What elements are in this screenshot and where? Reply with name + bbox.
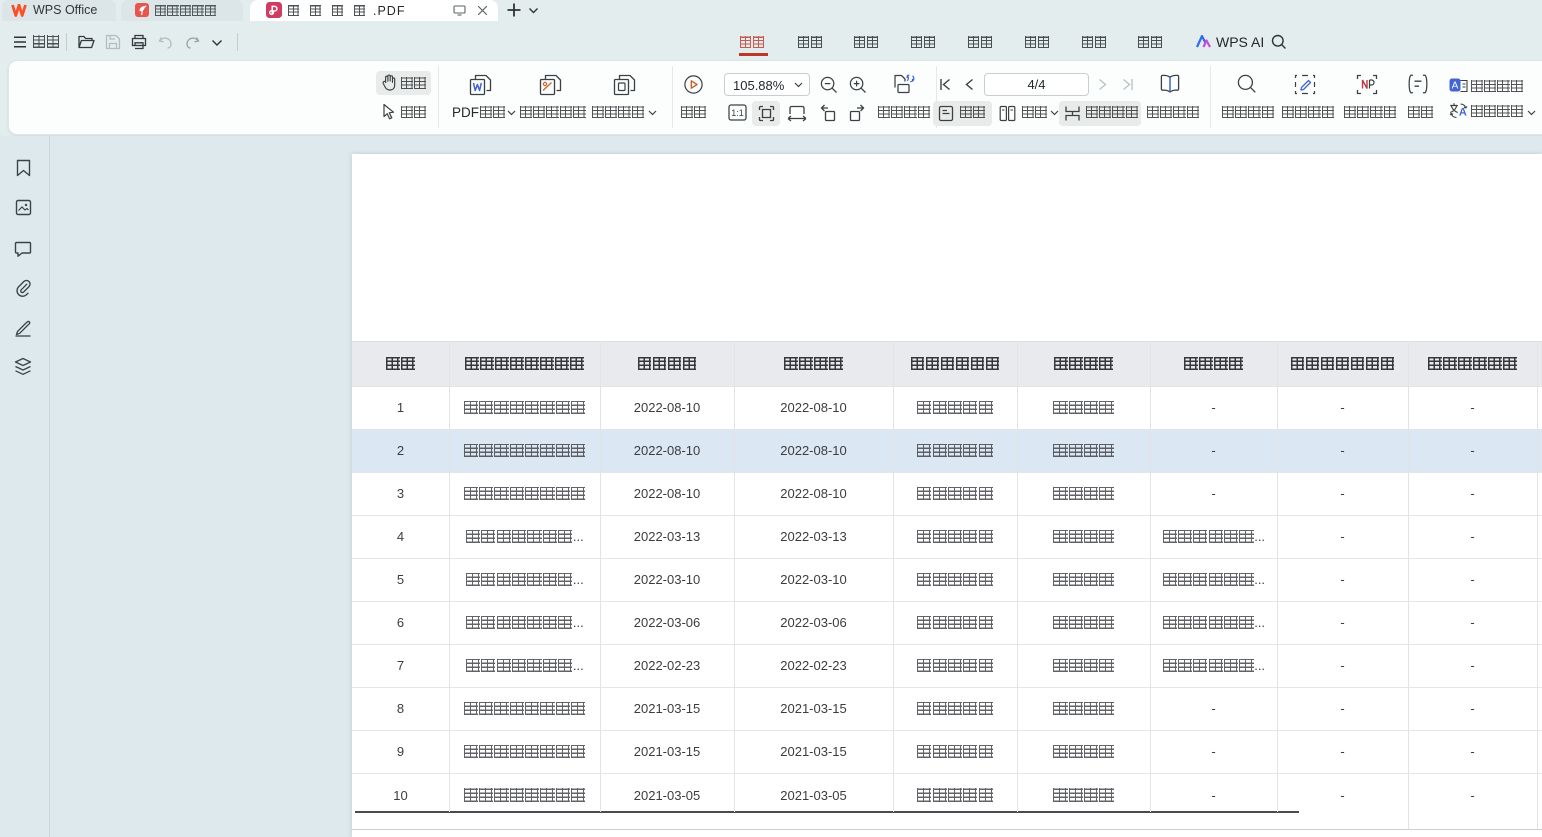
svg-text:A: A (1452, 81, 1459, 92)
svg-text:1:1: 1:1 (731, 108, 744, 118)
